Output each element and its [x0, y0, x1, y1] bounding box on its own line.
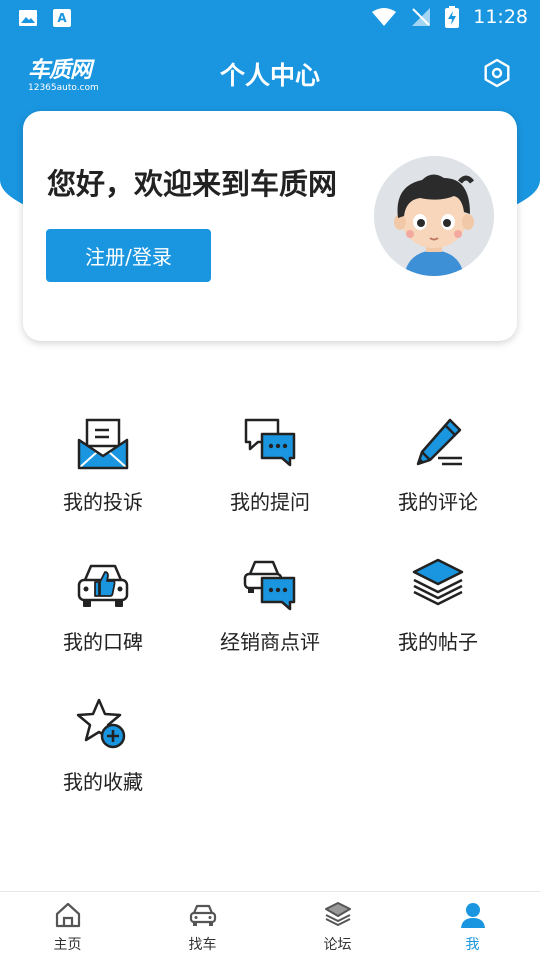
- star-add-icon: [76, 698, 126, 749]
- default-avatar-icon: [374, 156, 494, 276]
- menu-item-label: 我的提问: [230, 490, 310, 514]
- profile-card: 您好，欢迎来到车质网 注册/登录: [23, 111, 517, 341]
- complaint-envelope-icon: [77, 418, 129, 470]
- menu-item-my-comments[interactable]: 我的评论: [353, 400, 523, 520]
- menu-item-my-favorites[interactable]: 我的收藏: [18, 680, 188, 800]
- car-chat-icon: [243, 560, 296, 611]
- menu-item-my-posts[interactable]: 我的帖子: [353, 540, 523, 660]
- layers-icon: [324, 902, 351, 926]
- wifi-icon: [372, 8, 397, 26]
- menu-item-label: 我的口碑: [63, 630, 143, 654]
- app-bar: 车质网 12365auto.com 个人中心: [0, 44, 540, 104]
- battery-charging-icon: [445, 6, 460, 28]
- nav-tab-forum[interactable]: 论坛: [270, 892, 405, 961]
- car-thumbs-up-icon: [77, 564, 129, 607]
- settings-button[interactable]: [482, 58, 512, 88]
- page-title: 个人中心: [219, 61, 320, 90]
- clock-time: 11:28: [473, 6, 528, 28]
- nav-label: 我: [465, 937, 480, 953]
- image-notification-icon: [19, 10, 37, 26]
- welcome-text: 您好，欢迎来到车质网: [47, 167, 338, 201]
- pencil-comment-icon: [416, 418, 462, 466]
- menu-item-label: 经销商点评: [220, 630, 320, 654]
- car-icon: [189, 904, 216, 926]
- home-icon: [55, 902, 80, 928]
- nav-tab-home[interactable]: 主页: [0, 892, 135, 961]
- no-signal-icon: [412, 8, 431, 26]
- menu-item-dealer-reviews[interactable]: 经销商点评: [185, 540, 355, 660]
- menu-item-label: 我的投诉: [63, 490, 143, 514]
- nav-label: 论坛: [323, 937, 352, 953]
- nav-label: 找车: [188, 937, 217, 953]
- chat-bubbles-icon: [244, 418, 296, 467]
- bottom-navigation: 主页 找车 论坛 我: [0, 891, 540, 961]
- person-icon: [460, 903, 485, 928]
- menu-item-my-complaints[interactable]: 我的投诉: [18, 400, 188, 520]
- menu-item-label: 我的收藏: [63, 770, 143, 794]
- font-notification-icon: A: [53, 9, 71, 27]
- avatar[interactable]: [374, 156, 494, 276]
- nav-tab-me[interactable]: 我: [405, 892, 540, 961]
- menu-item-label: 我的评论: [398, 490, 478, 514]
- settings-hexagon-icon: [484, 58, 510, 88]
- register-login-button[interactable]: 注册/登录: [46, 229, 211, 282]
- status-bar: A 11:28: [0, 0, 540, 36]
- menu-item-my-reputation[interactable]: 我的口碑: [18, 540, 188, 660]
- menu-item-my-questions[interactable]: 我的提问: [185, 400, 355, 520]
- layers-icon: [412, 558, 464, 606]
- nav-label: 主页: [53, 937, 82, 953]
- svg-text:A: A: [57, 11, 67, 25]
- menu-item-label: 我的帖子: [398, 630, 478, 654]
- nav-tab-find-car[interactable]: 找车: [135, 892, 270, 961]
